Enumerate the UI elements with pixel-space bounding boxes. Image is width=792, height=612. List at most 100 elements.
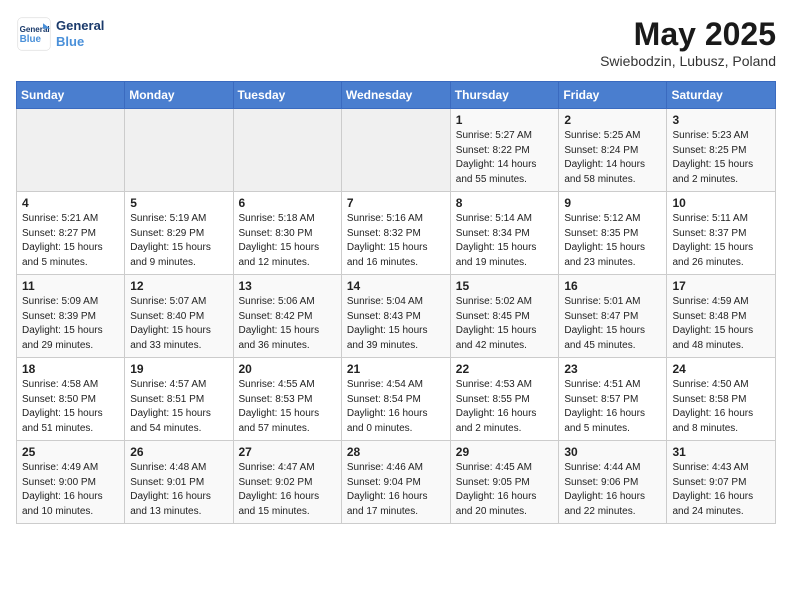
day-number: 14 bbox=[347, 279, 445, 293]
day-info: Sunrise: 5:01 AMSunset: 8:47 PMDaylight:… bbox=[564, 295, 661, 353]
calendar-cell: 9 Sunrise: 5:12 AMSunset: 8:35 PMDaylight… bbox=[559, 192, 667, 275]
day-number: 23 bbox=[564, 362, 661, 376]
day-info: Sunrise: 4:53 AMSunset: 8:55 PMDaylight:… bbox=[456, 378, 554, 436]
day-number: 12 bbox=[130, 279, 227, 293]
weekday-header-wednesday: Wednesday bbox=[341, 82, 450, 109]
calendar-cell: 11 Sunrise: 5:09 AMSunset: 8:39 PMDayligh… bbox=[17, 275, 125, 358]
calendar-week-5: 25Sunrise: 4:49 AMSunset: 9:00 PMDayligh… bbox=[17, 441, 776, 524]
day-number: 2 bbox=[564, 113, 661, 127]
day-number: 18 bbox=[22, 362, 119, 376]
calendar-cell: 24 Sunrise: 4:50 AMSunset: 8:58 PMDayligh… bbox=[667, 358, 776, 441]
day-info: Sunrise: 4:59 AMSunset: 8:48 PMDaylight:… bbox=[672, 295, 770, 353]
day-info: Sunrise: 4:54 AMSunset: 8:54 PMDaylight:… bbox=[347, 378, 445, 436]
calendar-cell bbox=[17, 109, 125, 192]
day-info: Sunrise: 4:57 AMSunset: 8:51 PMDaylight:… bbox=[130, 378, 227, 436]
calendar-cell: 26Sunrise: 4:48 AMSunset: 9:01 PMDayligh… bbox=[125, 441, 233, 524]
calendar-cell: 5Sunrise: 5:19 AMSunset: 8:29 PMDaylight… bbox=[125, 192, 233, 275]
day-info: Sunrise: 5:07 AMSunset: 8:40 PMDaylight:… bbox=[130, 295, 227, 353]
calendar-week-2: 4Sunrise: 5:21 AMSunset: 8:27 PMDaylight… bbox=[17, 192, 776, 275]
day-number: 24 bbox=[672, 362, 770, 376]
day-info: Sunrise: 5:09 AMSunset: 8:39 PMDaylight:… bbox=[22, 295, 119, 353]
day-info: Sunrise: 4:55 AMSunset: 8:53 PMDaylight:… bbox=[239, 378, 336, 436]
calendar-cell bbox=[125, 109, 233, 192]
day-number: 16 bbox=[564, 279, 661, 293]
calendar-cell bbox=[233, 109, 341, 192]
weekday-header-friday: Friday bbox=[559, 82, 667, 109]
day-info: Sunrise: 5:16 AMSunset: 8:32 PMDaylight:… bbox=[347, 212, 445, 270]
calendar-cell: 17 Sunrise: 4:59 AMSunset: 8:48 PMDayligh… bbox=[667, 275, 776, 358]
day-info: Sunrise: 5:25 AMSunset: 8:24 PMDaylight:… bbox=[564, 129, 661, 187]
day-info: Sunrise: 4:58 AMSunset: 8:50 PMDaylight:… bbox=[22, 378, 119, 436]
day-number: 26 bbox=[130, 445, 227, 459]
calendar-week-1: 1Sunrise: 5:27 AMSunset: 8:22 PMDaylight… bbox=[17, 109, 776, 192]
day-number: 8 bbox=[456, 196, 554, 210]
day-info: Sunrise: 4:43 AMSunset: 9:07 PMDaylight:… bbox=[672, 461, 770, 519]
calendar-week-4: 18 Sunrise: 4:58 AMSunset: 8:50 PMDayligh… bbox=[17, 358, 776, 441]
calendar-cell: 7 Sunrise: 5:16 AMSunset: 8:32 PMDaylight… bbox=[341, 192, 450, 275]
calendar-cell: 3 Sunrise: 5:23 AMSunset: 8:25 PMDaylight… bbox=[667, 109, 776, 192]
calendar-cell: 14 Sunrise: 5:04 AMSunset: 8:43 PMDayligh… bbox=[341, 275, 450, 358]
page-header: General Blue General Blue May 2025 Swieb… bbox=[16, 16, 776, 69]
calendar-cell: 23 Sunrise: 4:51 AMSunset: 8:57 PMDayligh… bbox=[559, 358, 667, 441]
day-number: 17 bbox=[672, 279, 770, 293]
day-number: 6 bbox=[239, 196, 336, 210]
calendar-cell: 8 Sunrise: 5:14 AMSunset: 8:34 PMDaylight… bbox=[450, 192, 559, 275]
day-number: 9 bbox=[564, 196, 661, 210]
day-info: Sunrise: 5:21 AMSunset: 8:27 PMDaylight:… bbox=[22, 212, 119, 270]
day-info: Sunrise: 5:02 AMSunset: 8:45 PMDaylight:… bbox=[456, 295, 554, 353]
day-info: Sunrise: 5:18 AMSunset: 8:30 PMDaylight:… bbox=[239, 212, 336, 270]
calendar-cell: 6 Sunrise: 5:18 AMSunset: 8:30 PMDaylight… bbox=[233, 192, 341, 275]
day-number: 15 bbox=[456, 279, 554, 293]
day-number: 20 bbox=[239, 362, 336, 376]
calendar-cell: 20 Sunrise: 4:55 AMSunset: 8:53 PMDayligh… bbox=[233, 358, 341, 441]
day-number: 3 bbox=[672, 113, 770, 127]
day-info: Sunrise: 4:51 AMSunset: 8:57 PMDaylight:… bbox=[564, 378, 661, 436]
location: Swiebodzin, Lubusz, Poland bbox=[600, 53, 776, 69]
day-number: 19 bbox=[130, 362, 227, 376]
svg-text:Blue: Blue bbox=[20, 34, 42, 45]
day-info: Sunrise: 4:49 AMSunset: 9:00 PMDaylight:… bbox=[22, 461, 119, 519]
calendar-cell: 18 Sunrise: 4:58 AMSunset: 8:50 PMDayligh… bbox=[17, 358, 125, 441]
weekday-header-sunday: Sunday bbox=[17, 82, 125, 109]
weekday-header-thursday: Thursday bbox=[450, 82, 559, 109]
calendar-cell: 4Sunrise: 5:21 AMSunset: 8:27 PMDaylight… bbox=[17, 192, 125, 275]
day-number: 7 bbox=[347, 196, 445, 210]
weekday-header-row: SundayMondayTuesdayWednesdayThursdayFrid… bbox=[17, 82, 776, 109]
day-number: 5 bbox=[130, 196, 227, 210]
day-info: Sunrise: 5:23 AMSunset: 8:25 PMDaylight:… bbox=[672, 129, 770, 187]
day-info: Sunrise: 5:06 AMSunset: 8:42 PMDaylight:… bbox=[239, 295, 336, 353]
day-info: Sunrise: 5:14 AMSunset: 8:34 PMDaylight:… bbox=[456, 212, 554, 270]
day-number: 13 bbox=[239, 279, 336, 293]
day-info: Sunrise: 4:45 AMSunset: 9:05 PMDaylight:… bbox=[456, 461, 554, 519]
calendar-cell bbox=[341, 109, 450, 192]
day-info: Sunrise: 5:04 AMSunset: 8:43 PMDaylight:… bbox=[347, 295, 445, 353]
calendar-cell: 2 Sunrise: 5:25 AMSunset: 8:24 PMDaylight… bbox=[559, 109, 667, 192]
calendar-cell: 1Sunrise: 5:27 AMSunset: 8:22 PMDaylight… bbox=[450, 109, 559, 192]
calendar-cell: 19 Sunrise: 4:57 AMSunset: 8:51 PMDayligh… bbox=[125, 358, 233, 441]
calendar-cell: 29 Sunrise: 4:45 AMSunset: 9:05 PMDayligh… bbox=[450, 441, 559, 524]
logo-icon: General Blue bbox=[16, 16, 52, 52]
day-number: 27 bbox=[239, 445, 336, 459]
day-number: 29 bbox=[456, 445, 554, 459]
calendar-cell: 22 Sunrise: 4:53 AMSunset: 8:55 PMDayligh… bbox=[450, 358, 559, 441]
day-info: Sunrise: 4:47 AMSunset: 9:02 PMDaylight:… bbox=[239, 461, 336, 519]
weekday-header-monday: Monday bbox=[125, 82, 233, 109]
day-number: 28 bbox=[347, 445, 445, 459]
day-number: 10 bbox=[672, 196, 770, 210]
day-info: Sunrise: 5:11 AMSunset: 8:37 PMDaylight:… bbox=[672, 212, 770, 270]
logo: General Blue General Blue bbox=[16, 16, 104, 52]
day-info: Sunrise: 4:44 AMSunset: 9:06 PMDaylight:… bbox=[564, 461, 661, 519]
day-info: Sunrise: 4:46 AMSunset: 9:04 PMDaylight:… bbox=[347, 461, 445, 519]
day-info: Sunrise: 4:50 AMSunset: 8:58 PMDaylight:… bbox=[672, 378, 770, 436]
day-info: Sunrise: 5:12 AMSunset: 8:35 PMDaylight:… bbox=[564, 212, 661, 270]
day-number: 22 bbox=[456, 362, 554, 376]
calendar-cell: 27 Sunrise: 4:47 AMSunset: 9:02 PMDayligh… bbox=[233, 441, 341, 524]
title-block: May 2025 Swiebodzin, Lubusz, Poland bbox=[600, 16, 776, 69]
calendar-cell: 10 Sunrise: 5:11 AMSunset: 8:37 PMDayligh… bbox=[667, 192, 776, 275]
day-number: 11 bbox=[22, 279, 119, 293]
calendar-cell: 16 Sunrise: 5:01 AMSunset: 8:47 PMDayligh… bbox=[559, 275, 667, 358]
day-number: 21 bbox=[347, 362, 445, 376]
weekday-header-tuesday: Tuesday bbox=[233, 82, 341, 109]
calendar-cell: 25Sunrise: 4:49 AMSunset: 9:00 PMDayligh… bbox=[17, 441, 125, 524]
calendar-cell: 21 Sunrise: 4:54 AMSunset: 8:54 PMDayligh… bbox=[341, 358, 450, 441]
